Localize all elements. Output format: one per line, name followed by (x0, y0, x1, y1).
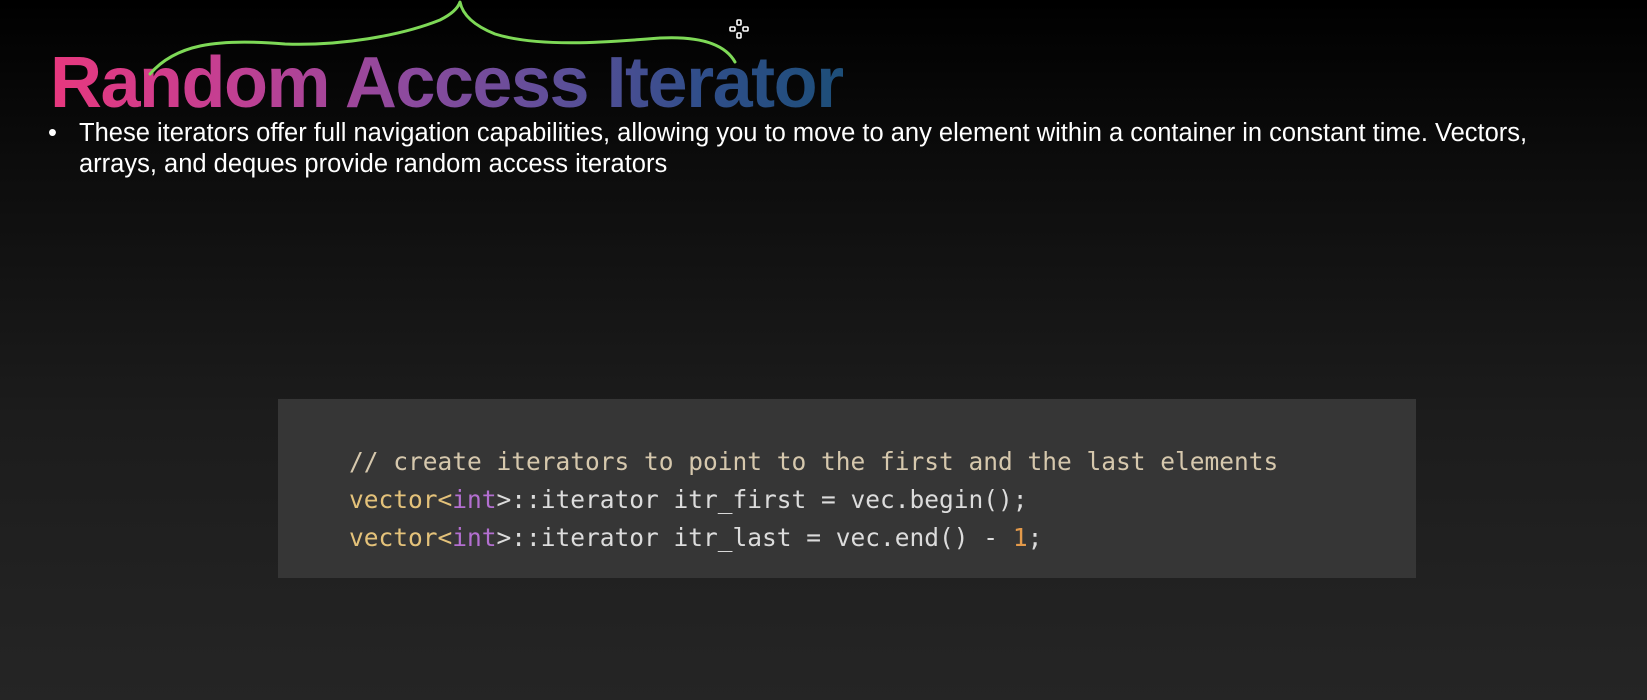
code-rest: >::iterator itr_first = vec.begin(); (496, 485, 1028, 514)
code-type: vector (349, 485, 438, 514)
code-semicolon: ; (1027, 523, 1043, 552)
code-angle-open: < (437, 523, 453, 552)
code-block: // create iterators to point to the firs… (278, 399, 1416, 578)
code-keyword: int (452, 523, 497, 552)
code-comment: // create iterators to point to the firs… (349, 447, 1279, 476)
slide-title: Random Access Iterator (50, 38, 844, 128)
code-line-last-iterator: vector<int>::iterator itr_last = vec.end… (349, 519, 1416, 557)
bullet-dot: • (48, 119, 57, 147)
presentation-slide: Random Access Iterator • These iterators… (0, 0, 1647, 700)
code-line-first-iterator: vector<int>::iterator itr_first = vec.be… (349, 481, 1416, 519)
code-type: vector (349, 523, 438, 552)
code-keyword: int (452, 485, 497, 514)
code-number: 1 (1012, 523, 1028, 552)
bullet-list: • These iterators offer full navigation … (48, 118, 1608, 180)
code-rest: >::iterator itr_last = vec.end() - (496, 523, 1013, 552)
code-line-comment: // create iterators to point to the firs… (349, 443, 1416, 481)
crosshair-cursor-icon (729, 19, 749, 39)
code-angle-open: < (437, 485, 453, 514)
bullet-text: These iterators offer full navigation ca… (79, 119, 1528, 178)
bullet-item: • These iterators offer full navigation … (48, 118, 1608, 180)
